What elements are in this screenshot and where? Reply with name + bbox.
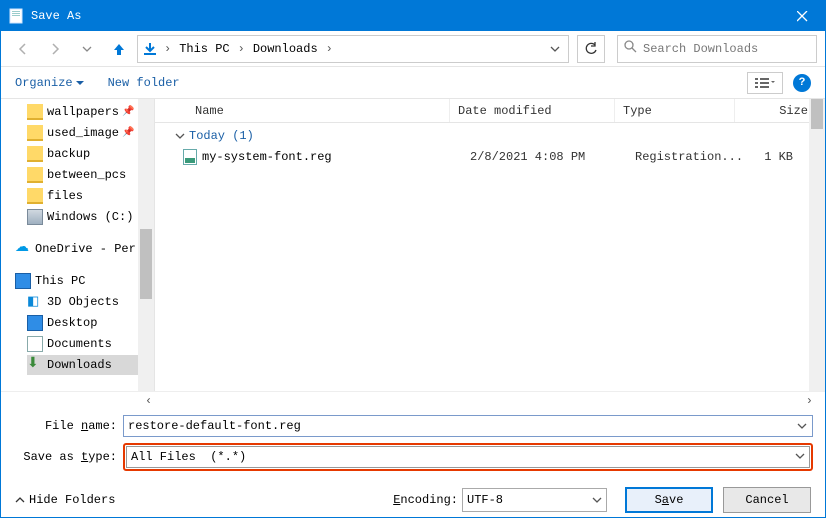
downloads-icon: [142, 41, 158, 57]
window-title: Save As: [31, 9, 779, 23]
sidebar-item-label: Windows (C:): [47, 210, 133, 224]
breadcrumb-this-pc[interactable]: This PC: [177, 42, 231, 56]
save-button[interactable]: Save: [625, 487, 713, 513]
column-header-type[interactable]: Type: [615, 99, 735, 122]
sidebar-item-label: between_pcs: [47, 168, 126, 182]
file-date: 2/8/2021 4:08 PM: [470, 150, 635, 164]
filename-label: File name:: [45, 419, 117, 433]
sidebar-item[interactable]: ◧ 3D Objects: [27, 292, 154, 312]
file-list-scrollbar[interactable]: [809, 99, 825, 391]
sidebar-item-label: wallpapers: [47, 105, 119, 119]
folder-icon: [27, 188, 43, 204]
sidebar-item[interactable]: used_image📌: [27, 123, 154, 143]
scroll-left-icon[interactable]: ‹: [141, 394, 152, 408]
savetype-select[interactable]: [126, 446, 810, 468]
savetype-dropdown[interactable]: [792, 447, 808, 465]
chevron-right-icon[interactable]: ›: [324, 42, 335, 56]
sidebar-item-label: used_image: [47, 126, 119, 140]
sidebar-item[interactable]: Documents: [27, 334, 154, 354]
sidebar-item-label: Downloads: [47, 358, 112, 372]
3d-objects-icon: ◧: [27, 294, 43, 310]
breadcrumb-downloads[interactable]: Downloads: [251, 42, 320, 56]
encoding-label: Encoding:: [393, 493, 458, 507]
sidebar-item[interactable]: wallpapers📌: [27, 102, 154, 122]
column-header-name[interactable]: Name: [155, 99, 450, 122]
chevron-down-icon: [592, 495, 602, 505]
search-placeholder: Search Downloads: [643, 42, 758, 56]
folder-icon: [27, 167, 43, 183]
savetype-label: Save as type:: [23, 450, 117, 464]
sidebar-item[interactable]: ⬇ Downloads: [27, 355, 154, 375]
toolbar-row: Organize New folder ?: [1, 67, 825, 99]
sidebar-item[interactable]: between_pcs: [27, 165, 154, 185]
reg-file-icon: [183, 149, 197, 165]
sidebar-item[interactable]: This PC: [15, 271, 154, 291]
sidebar-item-label: backup: [47, 147, 90, 161]
file-list-header: Name Date modified Type Size: [155, 99, 825, 123]
pin-icon: 📌: [122, 106, 134, 118]
help-button[interactable]: ?: [793, 74, 811, 92]
sidebar-item[interactable]: Windows (C:): [27, 207, 154, 227]
main-area: wallpapers📌used_image📌backupbetween_pcsf…: [1, 99, 825, 391]
monitor-icon: [27, 315, 43, 331]
refresh-button[interactable]: [577, 35, 605, 63]
file-group-today[interactable]: Today (1): [155, 123, 825, 147]
sidebar-item[interactable]: ☁ OneDrive - Per: [15, 239, 154, 259]
column-header-date[interactable]: Date modified: [450, 99, 615, 122]
nav-forward-button: [41, 35, 69, 63]
scroll-right-icon[interactable]: ›: [806, 394, 813, 408]
monitor-icon: [15, 273, 31, 289]
search-icon: [624, 40, 637, 57]
nav-up-button[interactable]: [105, 35, 133, 63]
sidebar-item[interactable]: Desktop: [27, 313, 154, 333]
address-bar[interactable]: › This PC › Downloads ›: [137, 35, 569, 63]
nav-row: › This PC › Downloads › Search Downloads: [1, 31, 825, 67]
sidebar-item-label: OneDrive - Per: [35, 242, 136, 256]
sidebar-scrollbar[interactable]: [138, 99, 154, 391]
pin-icon: 📌: [122, 127, 134, 139]
sidebar-item[interactable]: backup: [27, 144, 154, 164]
address-history-dropdown[interactable]: [546, 44, 564, 54]
encoding-select[interactable]: UTF-8: [462, 488, 607, 512]
file-type: Registration...: [635, 150, 755, 164]
hide-folders-button[interactable]: Hide Folders: [15, 493, 115, 507]
sidebar-item-label: Desktop: [47, 316, 97, 330]
sidebar-item-label: This PC: [35, 274, 85, 288]
downloads-icon: ⬇: [27, 357, 43, 373]
titlebar: Save As: [1, 1, 825, 31]
sidebar-item[interactable]: files: [27, 186, 154, 206]
new-folder-button[interactable]: New folder: [108, 76, 180, 90]
save-fields: File name: Save as type:: [1, 409, 825, 471]
drive-icon: [27, 209, 43, 225]
chevron-down-icon: [175, 131, 185, 141]
onedrive-icon: ☁: [15, 241, 31, 257]
document-icon: [27, 336, 43, 352]
footer: Hide Folders Encoding: UTF-8 Save Cancel: [1, 477, 825, 523]
chevron-up-icon: [15, 495, 25, 505]
folder-icon: [27, 146, 43, 162]
folder-icon: [27, 104, 43, 120]
folder-icon: [27, 125, 43, 141]
view-options-button[interactable]: [747, 72, 783, 94]
filename-history-dropdown[interactable]: [794, 417, 810, 435]
nav-back-button: [9, 35, 37, 63]
cancel-button[interactable]: Cancel: [723, 487, 811, 513]
close-button[interactable]: [779, 1, 825, 31]
organize-menu[interactable]: Organize: [15, 76, 84, 90]
search-input[interactable]: Search Downloads: [617, 35, 817, 63]
sidebar: wallpapers📌used_image📌backupbetween_pcsf…: [1, 99, 155, 391]
nav-recent-dropdown[interactable]: [73, 35, 101, 63]
sidebar-item-label: files: [47, 189, 83, 203]
file-name: my-system-font.reg: [202, 150, 332, 164]
horizontal-scroll-area: ‹ ›: [1, 391, 825, 409]
sidebar-item-label: Documents: [47, 337, 112, 351]
file-row[interactable]: my-system-font.reg 2/8/2021 4:08 PMRegist…: [155, 147, 825, 167]
sidebar-item-label: 3D Objects: [47, 295, 119, 309]
chevron-right-icon[interactable]: ›: [162, 42, 173, 56]
filename-input[interactable]: [123, 415, 813, 437]
chevron-right-icon[interactable]: ›: [236, 42, 247, 56]
file-list: Name Date modified Type Size Today (1) m…: [155, 99, 825, 391]
app-icon: [9, 8, 25, 24]
